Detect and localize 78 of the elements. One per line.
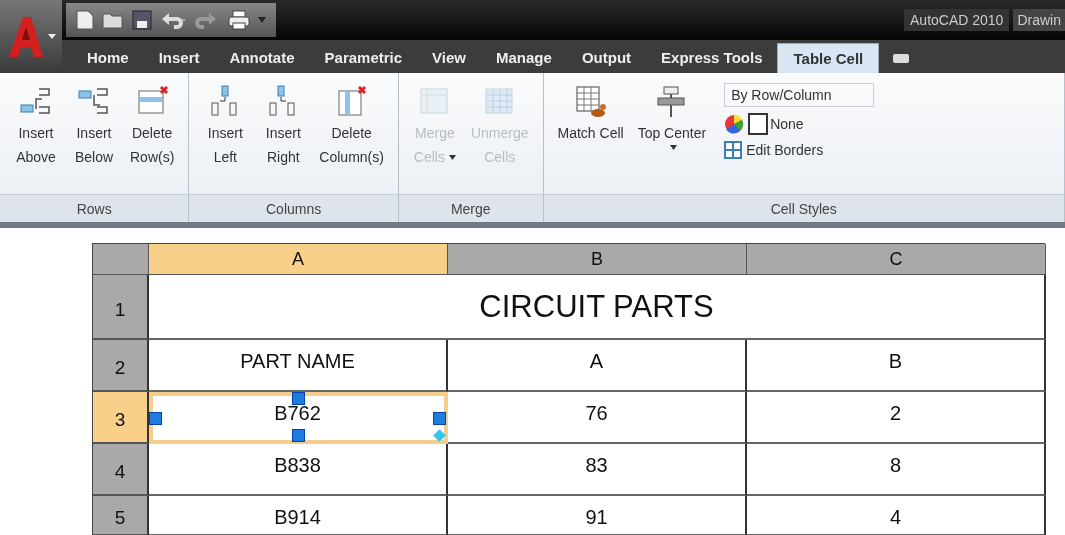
panel-title: Rows [0, 194, 189, 222]
cell-text: B762 [274, 402, 321, 425]
undo-icon[interactable] [160, 11, 186, 29]
table-cell[interactable]: B [747, 340, 1046, 392]
ribbon-tab[interactable]: View [417, 43, 482, 73]
ribbon-tab[interactable]: Parametric [309, 43, 418, 73]
borders-icon [724, 141, 743, 159]
resize-grip[interactable] [433, 429, 446, 442]
cell-text: 76 [585, 402, 608, 425]
row-header[interactable]: 2 [93, 340, 149, 392]
background-fill-dropdown[interactable]: None [748, 113, 804, 135]
row-header[interactable]: 5 [93, 496, 149, 535]
ribbon-button[interactable]: Top Center [631, 83, 713, 154]
ribbon-button[interactable]: Delete Row(s) [124, 83, 181, 171]
panel-title: Merge [398, 194, 543, 222]
table-cell[interactable]: 8 [747, 444, 1046, 496]
dropdown-caret-icon[interactable] [258, 17, 266, 23]
row-header[interactable]: 1 [93, 275, 149, 340]
panel-title: Columns [189, 194, 398, 222]
cell-text: B [888, 350, 903, 373]
minimize-ribbon-button[interactable] [893, 54, 910, 63]
ribbon-tab[interactable]: Output [566, 43, 647, 73]
cell-text: 83 [585, 454, 608, 477]
column-header[interactable]: A [149, 244, 448, 275]
selection-grip[interactable] [292, 429, 305, 442]
table-cell[interactable]: PART NAME [149, 340, 448, 392]
cell-text: A [589, 350, 604, 373]
table-cell[interactable]: CIRCUIT PARTS [149, 275, 1046, 340]
ribbon-tab[interactable]: Express Tools [646, 43, 778, 73]
ribbon-tab[interactable]: Manage [481, 43, 567, 73]
table-cell[interactable]: 83 [448, 444, 747, 496]
table-tool-icon [573, 85, 608, 119]
cell-text: 91 [585, 506, 608, 529]
ribbon-tab[interactable]: Annotate [214, 43, 310, 73]
table-cell[interactable]: 91 [448, 496, 747, 535]
selection-grip[interactable] [292, 392, 305, 405]
ribbon-button[interactable]: Insert Left [197, 83, 254, 171]
row-header[interactable]: 4 [93, 444, 149, 496]
cell-text: 4 [889, 506, 902, 529]
ribbon-button[interactable]: Delete Column(s) [313, 83, 390, 171]
column-header[interactable]: C [747, 244, 1046, 275]
edit-borders-button[interactable]: Edit Borders [746, 142, 824, 158]
table-cell[interactable]: 76 [448, 392, 747, 444]
document-title: Drawin [1013, 9, 1065, 31]
logo-icon [6, 14, 45, 59]
table-cell[interactable]: B914 [149, 496, 448, 535]
cell-text: PART NAME [240, 350, 355, 373]
ribbon-tab[interactable]: Insert [143, 43, 215, 73]
ribbon-button[interactable]: Insert Below [66, 83, 122, 171]
new-file-icon[interactable] [76, 10, 94, 30]
ribbon-button[interactable]: Insert Above [8, 83, 64, 171]
app-title: AutoCAD 2010 [904, 9, 1010, 31]
cell-text: B838 [274, 454, 321, 477]
dropdown-caret-icon [47, 34, 56, 39]
ribbon-button[interactable]: Match Cell [551, 83, 630, 147]
cell-text: B914 [274, 506, 321, 529]
column-header[interactable]: B [448, 244, 747, 275]
selection-grip[interactable] [149, 412, 162, 425]
selection-grip[interactable] [433, 412, 446, 425]
table-cell[interactable]: 4 [747, 496, 1046, 535]
cell-style-dropdown[interactable]: By Row/Column [724, 83, 875, 107]
table-cell[interactable]: A [448, 340, 747, 392]
cell-text: 8 [889, 454, 902, 477]
printer-icon[interactable] [228, 10, 250, 30]
table-cell[interactable]: 2 [747, 392, 1046, 444]
ribbon-tab[interactable]: Home [72, 43, 144, 73]
cell-text: 2 [889, 402, 902, 425]
ribbon-button[interactable]: Insert Right [255, 83, 312, 171]
panel-title: Cell Styles [543, 194, 1064, 222]
folder-icon[interactable] [102, 11, 124, 29]
color-wheel-icon [724, 114, 745, 134]
row-header[interactable]: 3 [93, 392, 149, 444]
corner-cell [93, 244, 149, 275]
save-icon[interactable] [132, 10, 152, 30]
cell-text: CIRCUIT PARTS [479, 288, 714, 325]
table-cell[interactable]: B838 [149, 444, 448, 496]
table-cell[interactable]: B762 [149, 392, 448, 444]
ribbon-tab[interactable]: Table Cell [777, 43, 880, 73]
